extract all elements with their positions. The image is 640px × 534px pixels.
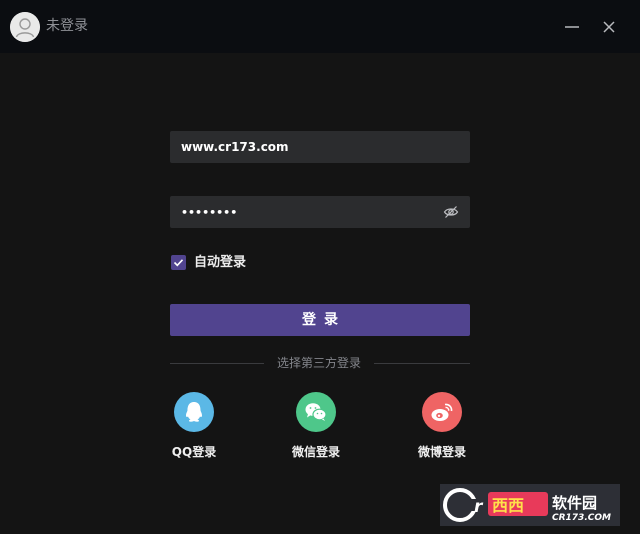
- qq-icon: [174, 392, 214, 432]
- close-icon: [603, 21, 615, 33]
- weibo-login-button[interactable]: 微博登录: [402, 392, 482, 462]
- divider-right: [374, 363, 470, 364]
- wechat-login-label: 微信登录: [291, 445, 340, 459]
- svg-text:r: r: [474, 497, 484, 517]
- third-party-divider-text: 选择第三方登录: [276, 356, 361, 370]
- qq-login-label: QQ登录: [171, 445, 217, 459]
- qq-login-button[interactable]: QQ登录: [154, 392, 234, 462]
- watermark-brand-text: 西西: [492, 496, 524, 515]
- watermark-logo: r 西西 软件园 CR173.COM: [440, 484, 620, 526]
- login-status-title: 未登录: [46, 18, 88, 34]
- auto-login-label: 自动登录: [194, 255, 247, 270]
- titlebar: 未登录: [0, 0, 640, 53]
- username-input[interactable]: [170, 131, 430, 163]
- login-button[interactable]: 登录: [170, 304, 470, 336]
- login-window: 未登录 自: [0, 0, 640, 534]
- weibo-login-label: 微博登录: [417, 445, 466, 459]
- divider-left: [170, 363, 264, 364]
- password-input[interactable]: [170, 196, 430, 228]
- username-field: [170, 131, 470, 163]
- auto-login-checkbox[interactable]: [171, 255, 186, 270]
- weibo-icon: [422, 392, 462, 432]
- minimize-icon: [565, 26, 579, 28]
- minimize-button[interactable]: [559, 14, 585, 40]
- eye-off-icon: [443, 206, 459, 218]
- user-avatar-icon[interactable]: [10, 12, 40, 42]
- svg-text:软件园: 软件园: [552, 494, 597, 512]
- wechat-login-button[interactable]: 微信登录: [276, 392, 356, 462]
- svg-text:CR173.COM: CR173.COM: [552, 513, 611, 523]
- checkmark-icon: [173, 259, 184, 267]
- close-button[interactable]: [596, 14, 622, 40]
- wechat-icon: [296, 392, 336, 432]
- password-field: [170, 196, 470, 228]
- show-password-toggle[interactable]: [443, 204, 459, 220]
